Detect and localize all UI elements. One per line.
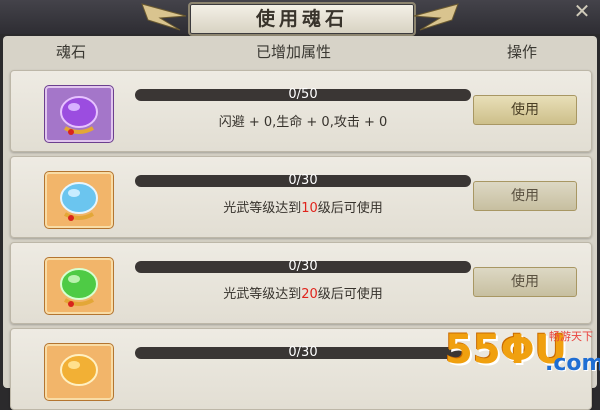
use-button[interactable]: 使用 [473, 181, 577, 211]
watermark-site-name: 畅游天下 [549, 330, 593, 343]
required-level: 10 [301, 201, 318, 216]
attribute-description: 闪避 + 0,生命 + 0,攻击 + 0 [135, 114, 471, 132]
progress-text: 0/30 [288, 259, 318, 274]
page-title: 使用魂石 [255, 8, 348, 30]
soulstone-row: 0/30 光武等级达到10级后可使用 使用 [10, 156, 592, 238]
title-bar: 使用魂石 ✕ [0, 0, 600, 36]
left-ornament-icon [141, 3, 187, 31]
column-header-soulstone: 魂石 [56, 43, 87, 61]
required-level: 20 [301, 287, 318, 302]
soulstone-slot[interactable] [45, 86, 113, 142]
requirement-prefix: 光武等级达到 [223, 287, 302, 302]
yellow-soulstone-icon [60, 354, 98, 386]
right-ornament-icon [413, 3, 459, 31]
requirement-prefix: 光武等级达到 [223, 201, 302, 216]
soulstone-row: 0/30 光武等级达到20级后可使用 使用 [10, 242, 592, 324]
blue-soulstone-icon [60, 182, 98, 221]
requirement-suffix: 级后可使用 [317, 287, 383, 302]
soulstone-row: 0/50 闪避 + 0,生命 + 0,攻击 + 0 使用 [10, 70, 592, 152]
watermark-domain: .com [545, 351, 600, 376]
column-header-action: 操作 [507, 43, 538, 61]
title-plate: 使用魂石 [188, 2, 416, 36]
progress-text: 0/30 [288, 345, 318, 360]
use-button[interactable]: 使用 [473, 267, 577, 297]
column-header-added-attributes: 已增加属性 [256, 43, 332, 61]
soulstone-slot[interactable] [45, 172, 113, 228]
soulstone-slot[interactable] [45, 258, 113, 314]
soulstone-slot[interactable] [45, 344, 113, 400]
requirement-suffix: 级后可使用 [317, 201, 383, 216]
unlock-requirement: 光武等级达到20级后可使用 [135, 286, 471, 304]
site-watermark: 55ΦU 畅游天下 .com [445, 326, 600, 384]
progress-text: 0/30 [288, 173, 318, 188]
green-soulstone-icon [60, 268, 98, 307]
description-text: 闪避 + 0,生命 + 0,攻击 + 0 [218, 115, 388, 130]
unlock-requirement: 光武等级达到10级后可使用 [135, 200, 471, 218]
progress-text: 0/50 [288, 87, 318, 102]
purple-soulstone-icon [60, 96, 98, 135]
close-icon[interactable]: ✕ [566, 0, 598, 22]
use-button[interactable]: 使用 [473, 95, 577, 125]
